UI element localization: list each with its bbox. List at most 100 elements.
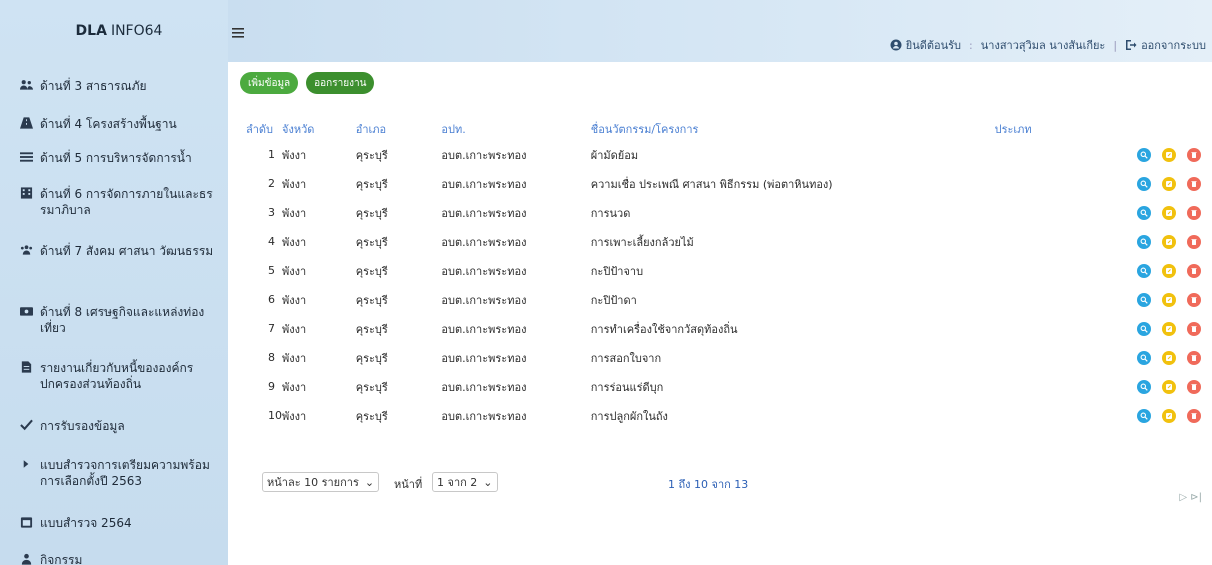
sidebar-item-economy[interactable]: ด้านที่ 8 เศรษฐกิจและแหล่งท่องเที่ยว (0, 304, 228, 336)
cell-project-name: การทำเครื่องใช้จากวัสดุท้องถิ่น (590, 322, 738, 336)
delete-button[interactable] (1187, 379, 1201, 394)
view-button[interactable] (1137, 321, 1151, 336)
pagination-bar: หน้าละ 10 รายการ ⌄ หน้าที่ 1 จาก 2 ⌄ 1 ถ… (262, 472, 1202, 503)
edit-button[interactable] (1162, 408, 1176, 423)
view-button[interactable] (1137, 147, 1151, 162)
sidebar-item-label: ด้านที่ 8 เศรษฐกิจและแหล่งท่องเที่ยว (40, 305, 205, 335)
delete-button[interactable] (1187, 147, 1201, 162)
brand-logo[interactable]: DLA INFO64 (0, 0, 228, 62)
cell-project-name: กะปิป้าดา (590, 293, 637, 307)
table-body: 1 พังงา คุระบุรีอบต.เกาะพระทอง ผ้ามัดย้อม 2 พ… (228, 140, 1203, 430)
delete-button[interactable] (1187, 205, 1201, 220)
edit-button[interactable] (1162, 147, 1176, 162)
sidebar-item-label: ด้านที่ 7 สังคม ศาสนา วัฒนธรรม (40, 244, 214, 258)
pagination-next-last[interactable]: ▷ ⊳| (1179, 492, 1202, 503)
edit-button[interactable] (1162, 205, 1176, 220)
sidebar-item-label: ด้านที่ 5 การบริหารจัดการน้ำ (40, 151, 192, 165)
col-header-province[interactable]: จังหวัด (282, 118, 356, 140)
sidebar-item-society[interactable]: ด้านที่ 7 สังคม ศาสนา วัฒนธรรม (0, 243, 228, 259)
separator: : (969, 38, 973, 52)
cell-lao: อบต.เกาะพระทอง (441, 380, 527, 394)
sidebar-item-survey-2564[interactable]: แบบสำรวจ 2564 (0, 515, 228, 531)
cell-actions (1114, 285, 1203, 314)
page-select[interactable]: 1 จาก 2 ⌄ (432, 472, 498, 492)
edit-button[interactable] (1162, 321, 1176, 336)
edit-button[interactable] (1162, 350, 1176, 365)
cell-order: 2 (268, 177, 275, 190)
col-header-order[interactable]: ลำดับ (228, 118, 282, 140)
road-icon (18, 116, 34, 130)
sidebar-item-certification[interactable]: การรับรองข้อมูล (0, 418, 228, 434)
view-button[interactable] (1137, 205, 1151, 220)
col-header-project-name[interactable]: ชื่อนวัตกรรม/โครงการ (591, 118, 995, 140)
edit-button[interactable] (1162, 234, 1176, 249)
cell-actions (1114, 140, 1203, 169)
user-area: ยินดีต้อนรับ : นางสาวสุวิมล นางสันเกียะ … (890, 36, 1206, 54)
row-actions (1114, 321, 1203, 336)
top-bar: ยินดีต้อนรับ : นางสาวสุวิมล นางสันเกียะ … (228, 0, 1212, 62)
edit-button[interactable] (1162, 379, 1176, 394)
sidebar-item-governance[interactable]: ด้านที่ 6 การจัดการภายในและธรรมาภิบาล (0, 186, 228, 218)
hamburger-menu-icon[interactable] (232, 24, 248, 38)
cell-district: คุระบุรี (355, 293, 388, 307)
logout-icon[interactable] (1125, 39, 1137, 51)
col-header-district[interactable]: อำเภอ (356, 118, 442, 140)
cell-project-name: ความเชื่อ ประเพณี ศาสนา พิธีกรรม (พ่อตาห… (590, 177, 833, 191)
view-button[interactable] (1137, 350, 1151, 365)
table-row: 7 พังงา คุระบุรี อบต.เกาะพระทอง การทำเครื่อง… (228, 314, 1203, 343)
sidebar-item-water[interactable]: ด้านที่ 5 การบริหารจัดการน้ำ (0, 150, 228, 166)
toolbar: เพิ่มข้อมูล ออกรายงาน (240, 72, 375, 94)
check-icon (18, 418, 34, 432)
cell-type (995, 169, 1114, 198)
delete-button[interactable] (1187, 263, 1201, 278)
col-header-type[interactable]: ประเภท (995, 118, 1114, 140)
table-row: 10 พังงา คุระบุรี อบต.เกาะพระทอง การปลูกผักใ… (228, 401, 1203, 430)
view-button[interactable] (1137, 176, 1151, 191)
brand-name-bold: DLA (75, 23, 107, 39)
users-icon (18, 78, 34, 92)
view-button[interactable] (1137, 263, 1151, 278)
delete-button[interactable] (1187, 321, 1201, 336)
sidebar-item-activities[interactable]: กิจกรรม (0, 552, 228, 565)
ticket-icon (18, 304, 34, 318)
view-button[interactable] (1137, 408, 1151, 423)
edit-button[interactable] (1162, 263, 1176, 278)
sidebar-item-debt-report[interactable]: รายงานเกี่ยวกับหนี้ขององค์กรปกครองส่วนท้… (0, 360, 228, 392)
delete-button[interactable] (1187, 350, 1201, 365)
sidebar-item-disaster[interactable]: ด้านที่ 3 สาธารณภัย (0, 78, 228, 94)
delete-button[interactable] (1187, 234, 1201, 249)
view-button[interactable] (1137, 292, 1151, 307)
col-header-lao[interactable]: อปท. (441, 118, 590, 140)
delete-button[interactable] (1187, 176, 1201, 191)
view-button[interactable] (1137, 379, 1151, 394)
add-data-button[interactable]: เพิ่มข้อมูล (240, 72, 299, 94)
per-page-value: หน้าละ 10 รายการ (267, 476, 359, 489)
export-report-button[interactable]: ออกรายงาน (306, 72, 375, 94)
sidebar-item-infrastructure[interactable]: ด้านที่ 4 โครงสร้างพื้นฐาน (0, 116, 228, 132)
cell-project-name: ผ้ามัดย้อม (590, 148, 639, 162)
delete-button[interactable] (1187, 292, 1201, 307)
cell-province: พังงา (282, 380, 307, 394)
sidebar-item-election-survey[interactable]: แบบสำรวจการเตรียมความพร้อมการเลือกตั้งปี… (0, 457, 228, 489)
cell-type (995, 372, 1114, 401)
welcome-text: ยินดีต้อนรับ (905, 39, 962, 52)
cell-order: 5 (268, 264, 275, 277)
table-row: 6 พังงา คุระบุรี อบต.เกาะพระทอง กะปิป้าดา (228, 285, 1203, 314)
cell-order: 1 (268, 148, 275, 161)
logout-link[interactable]: ออกจากระบบ (1141, 36, 1206, 54)
cell-province: พังงา (282, 293, 307, 307)
edit-button[interactable] (1162, 292, 1176, 307)
cell-project-name: การปลูกผักในถัง (590, 409, 668, 423)
edit-button[interactable] (1162, 176, 1176, 191)
cell-type (995, 314, 1114, 343)
cell-lao: อบต.เกาะพระทอง (441, 351, 527, 365)
delete-button[interactable] (1187, 408, 1201, 423)
sidebar-item-label: รายงานเกี่ยวกับหนี้ขององค์กรปกครองส่วนท้… (40, 361, 194, 391)
cell-province: พังงา (282, 409, 307, 423)
cell-type (995, 140, 1114, 169)
user-circle-icon (890, 39, 902, 51)
cell-order: 7 (268, 322, 275, 335)
per-page-select[interactable]: หน้าละ 10 รายการ ⌄ (262, 472, 380, 492)
cell-actions (1114, 227, 1203, 256)
view-button[interactable] (1137, 234, 1151, 249)
